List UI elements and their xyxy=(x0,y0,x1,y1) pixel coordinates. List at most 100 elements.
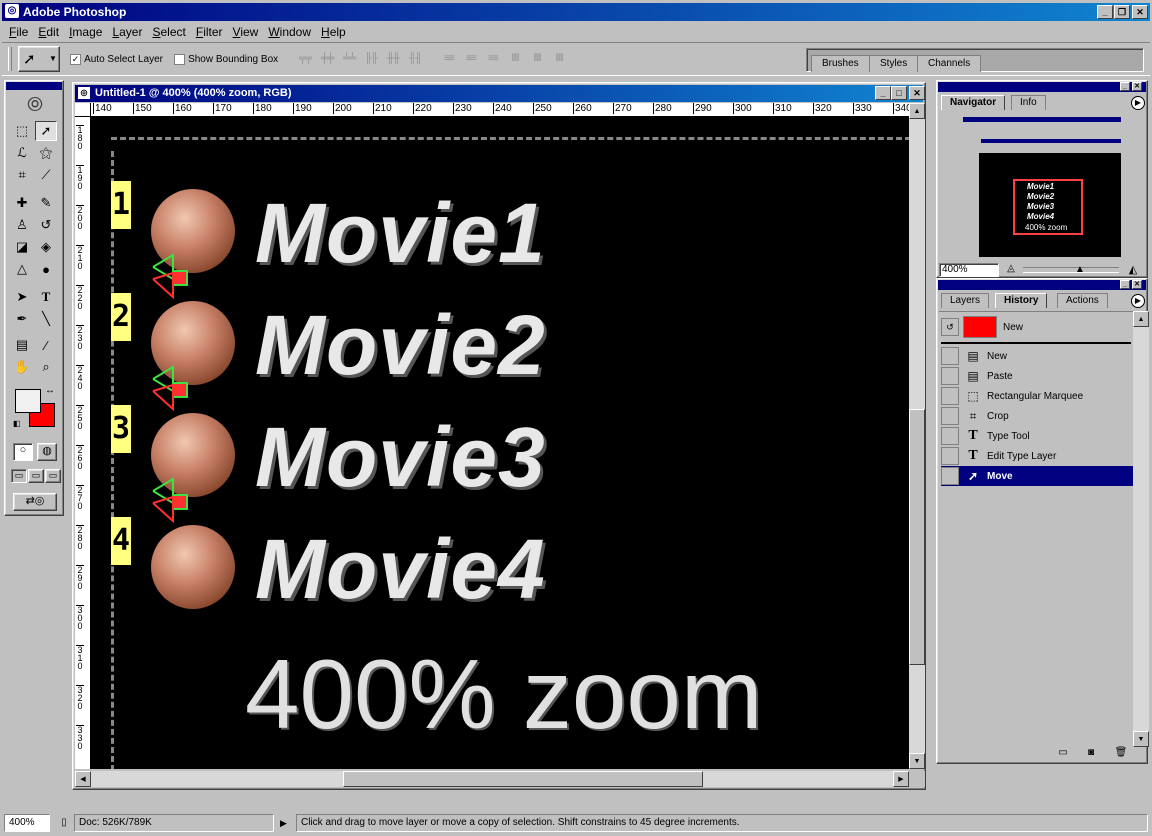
align-left-icon[interactable]: ╟╟ xyxy=(360,53,382,67)
menu-window[interactable]: Window xyxy=(263,23,316,41)
history-scroll-down-button[interactable]: ▼ xyxy=(1133,731,1149,747)
history-step-paste[interactable]: ▤ Paste xyxy=(941,366,1133,386)
movie-4-sphere[interactable] xyxy=(151,525,235,609)
brush-tool[interactable]: ✎ xyxy=(35,193,57,213)
type-tool[interactable]: T xyxy=(35,287,57,307)
slice-tool[interactable]: ⟋ xyxy=(35,165,57,185)
paint-bucket-tool[interactable]: ◈ xyxy=(35,237,57,257)
history-step-crop[interactable]: ⌗ Crop xyxy=(941,406,1133,426)
full-screen-button[interactable]: ▭ xyxy=(45,469,61,483)
show-bounding-box-checkbox[interactable] xyxy=(174,53,185,65)
delete-state-button[interactable]: 🗑 xyxy=(1113,747,1129,761)
distribute-top-icon[interactable]: ≡≡ xyxy=(438,53,460,67)
app-title-bar[interactable]: ◎ Adobe Photoshop _ ❐ ✕ xyxy=(2,3,1150,21)
movie-4-label[interactable]: Movie4 xyxy=(255,527,546,611)
history-snapshot[interactable]: ↺ New xyxy=(941,314,1133,340)
options-bar-grip[interactable] xyxy=(8,47,12,71)
minimize-button[interactable]: _ xyxy=(1097,5,1113,19)
magic-wand-tool[interactable]: ⚝ xyxy=(35,143,57,163)
history-source-cell[interactable] xyxy=(941,427,959,445)
line-tool[interactable]: ╲ xyxy=(35,309,57,329)
menu-image[interactable]: Image xyxy=(64,23,107,41)
tab-info[interactable]: Info xyxy=(1011,95,1046,110)
document-minimize-button[interactable]: _ xyxy=(875,86,891,100)
navigator-view-box[interactable]: Movie1 Movie2 Movie3 Movie4 400% zoom xyxy=(1013,179,1083,235)
swap-colors-icon[interactable]: ↔ xyxy=(45,385,55,396)
align-right-icon[interactable]: ╢╢ xyxy=(404,53,426,67)
document-close-button[interactable]: ✕ xyxy=(909,86,925,100)
default-colors-icon[interactable]: ◧ xyxy=(13,419,21,428)
crop-tool[interactable]: ⌗ xyxy=(11,165,33,185)
eraser-tool[interactable]: ◪ xyxy=(11,237,33,257)
history-source-cell[interactable] xyxy=(941,407,959,425)
align-vcenter-icon[interactable]: ╪╪ xyxy=(316,53,338,67)
align-bottom-icon[interactable]: ╧╧ xyxy=(338,53,360,67)
menu-layer[interactable]: Layer xyxy=(107,23,147,41)
path-select-tool[interactable]: ➤ xyxy=(11,287,33,307)
document-maximize-button[interactable]: □ xyxy=(891,86,907,100)
history-source-cell[interactable] xyxy=(941,467,959,485)
standard-mode-button[interactable]: ○ xyxy=(13,443,33,461)
scroll-right-button[interactable]: ▶ xyxy=(893,771,909,787)
tab-actions[interactable]: Actions xyxy=(1057,293,1108,308)
history-scroll-up-button[interactable]: ▲ xyxy=(1133,311,1149,327)
movie-3-label[interactable]: Movie3 xyxy=(255,415,546,499)
document-horizontal-scrollbar[interactable]: ◀ ▶ xyxy=(75,771,909,787)
navigator-minimize-button[interactable]: _ xyxy=(1120,82,1130,91)
history-source-cell[interactable] xyxy=(941,347,959,365)
photoshop-app-icon[interactable]: ◎ xyxy=(5,4,19,18)
tab-layers[interactable]: Layers xyxy=(941,293,990,308)
navigator-close-button[interactable]: ✕ xyxy=(1132,82,1142,91)
zoom-in-icon[interactable]: ◭ xyxy=(1125,263,1141,277)
jump-to-imageready-button[interactable]: ⇄◎ xyxy=(13,493,57,511)
history-minimize-button[interactable]: _ xyxy=(1120,280,1130,289)
zoom-out-icon[interactable]: ◬ xyxy=(1003,263,1019,277)
auto-select-layer-checkbox[interactable]: ✓ xyxy=(70,53,81,65)
quick-mask-button[interactable]: ◍ xyxy=(37,443,57,461)
new-document-from-state-button[interactable]: ▭ xyxy=(1055,747,1071,761)
history-step-move[interactable]: ➚ Move xyxy=(941,466,1133,486)
distribute-right-icon[interactable]: ⦀⦀ xyxy=(548,53,570,67)
document-icon[interactable]: ◎ xyxy=(78,87,90,99)
zoom-tool[interactable]: ⌕ xyxy=(35,357,57,377)
healing-brush-tool[interactable]: ✚ xyxy=(11,193,33,213)
status-doc-menu[interactable]: ▯ xyxy=(56,814,72,832)
standard-screen-button[interactable]: ▭ xyxy=(11,469,27,483)
history-step-rectangular-marquee[interactable]: ⬚ Rectangular Marquee xyxy=(941,386,1133,406)
history-brush-source-cell[interactable]: ↺ xyxy=(941,318,959,336)
close-button[interactable]: ✕ xyxy=(1132,5,1148,19)
menu-select[interactable]: Select xyxy=(147,23,190,41)
notes-tool[interactable]: ▤ xyxy=(11,335,33,355)
align-hcenter-icon[interactable]: ╫╫ xyxy=(382,53,404,67)
scroll-left-button[interactable]: ◀ xyxy=(75,771,91,787)
zoom-slider-thumb[interactable]: ▲ xyxy=(1075,264,1085,275)
distribute-hcenter-icon[interactable]: ⦀⦀ xyxy=(526,53,548,67)
adobe-online-button[interactable]: ⦾ xyxy=(9,93,61,117)
history-step-edit-type-layer[interactable]: T Edit Type Layer xyxy=(941,446,1133,466)
history-step-new[interactable]: ▤ New xyxy=(941,346,1133,366)
vertical-ruler[interactable]: 180 190 200 210 220 230 240 250 260 270 280 290 300 3… xyxy=(75,117,91,769)
move-tool[interactable]: ➚ xyxy=(35,121,57,141)
dodge-tool[interactable]: ● xyxy=(35,259,57,279)
tool-preset-picker[interactable]: ➚ ▼ xyxy=(18,46,60,72)
clone-stamp-tool[interactable]: ♙ xyxy=(11,215,33,235)
show-bounding-box-option[interactable]: Show Bounding Box xyxy=(174,53,278,65)
hand-tool[interactable]: ✋ xyxy=(11,357,33,377)
menu-view[interactable]: View xyxy=(228,23,264,41)
document-title-bar[interactable]: ◎ Untitled-1 @ 400% (400% zoom, RGB) _ □… xyxy=(75,85,925,102)
history-source-cell[interactable] xyxy=(941,447,959,465)
history-menu-button[interactable]: ▶ xyxy=(1131,294,1145,308)
history-source-cell[interactable] xyxy=(941,387,959,405)
menu-edit[interactable]: Edit xyxy=(33,23,64,41)
distribute-left-icon[interactable]: ⦀⦀ xyxy=(504,53,526,67)
menu-help[interactable]: Help xyxy=(316,23,351,41)
create-snapshot-button[interactable]: ◙ xyxy=(1083,747,1099,761)
history-brush-tool[interactable]: ↺ xyxy=(35,215,57,235)
palette-well-tab-channels[interactable]: Channels xyxy=(917,55,982,72)
horizontal-ruler[interactable]: 140 150 160 170 180 190 200 210 220 230 240 250 260 2… xyxy=(91,103,909,117)
align-top-icon[interactable]: ╤╤ xyxy=(294,53,316,67)
distribute-bottom-icon[interactable]: ≡≡ xyxy=(482,53,504,67)
image-canvas[interactable]: 1 Movie1 2 Movie2 3 Movie3 4 Movie4 400%… xyxy=(91,117,909,769)
tab-history[interactable]: History xyxy=(995,293,1048,308)
zoom-caption-text[interactable]: 400% zoom xyxy=(245,645,763,743)
